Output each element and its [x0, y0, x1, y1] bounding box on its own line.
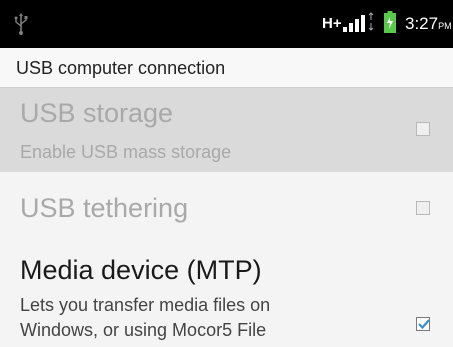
- usb-tethering-checkbox[interactable]: [416, 201, 430, 215]
- usb-storage-title: USB storage: [20, 98, 174, 128]
- mtp-summary-line1: Lets you transfer media files on: [20, 295, 271, 315]
- checkmark-icon: [418, 319, 430, 330]
- clock: 3:27PM: [405, 14, 452, 34]
- usb-tethering-title: USB tethering: [20, 193, 189, 223]
- mtp-checkbox[interactable]: [416, 317, 430, 331]
- usb-storage-option[interactable]: USB storage Enable USB mass storage: [0, 88, 453, 172]
- network-type-label: H+: [322, 15, 342, 32]
- usb-tethering-option[interactable]: USB tethering: [0, 172, 453, 244]
- mtp-summary-line2: Windows, or using Mocor5 File: [20, 320, 267, 340]
- clock-ampm: PM: [438, 21, 452, 31]
- battery-icon: [384, 11, 396, 33]
- usb-icon: [14, 13, 28, 35]
- page-title: USB computer connection: [16, 58, 226, 78]
- clock-time: 3:27: [405, 14, 439, 33]
- usb-storage-checkbox[interactable]: [416, 122, 430, 136]
- usb-storage-summary: Enable USB mass storage: [20, 142, 232, 162]
- signal-icon: [343, 12, 374, 32]
- media-device-mtp-option[interactable]: Media device (MTP) Lets you transfer med…: [0, 244, 453, 347]
- status-bar: H+ 3:27PM: [0, 0, 453, 48]
- title-bar: USB computer connection: [0, 48, 453, 88]
- mtp-title: Media device (MTP): [20, 255, 262, 285]
- usb-connection-screen: H+ 3:27PM USB computer connection USB st…: [0, 0, 453, 347]
